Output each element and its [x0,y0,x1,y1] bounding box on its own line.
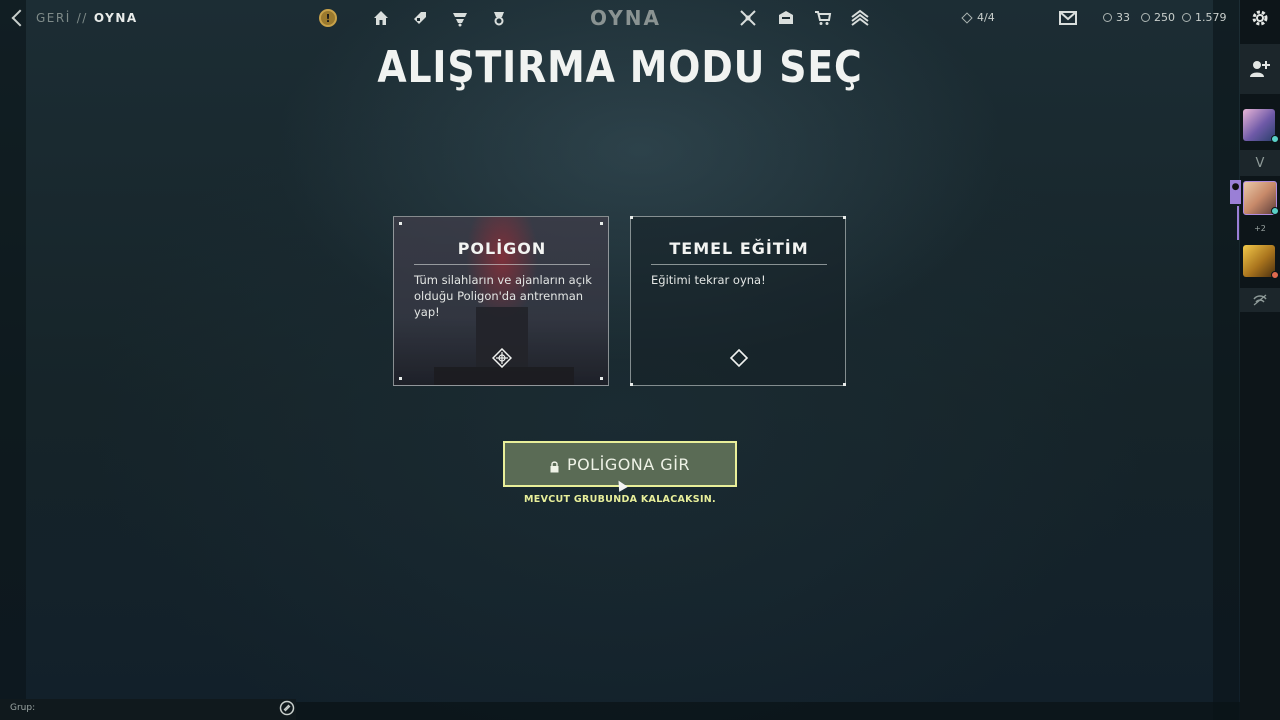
esports-icon[interactable] [738,8,758,28]
status-icon [1271,271,1279,279]
lock-icon [550,458,559,473]
top-nav-bar: GERİ // OYNA ! OYNA 4/4 33 250 1.579 [0,0,1240,36]
mail-icon[interactable] [1058,8,1078,28]
chevron-left-icon [11,9,29,27]
corner-marker [600,377,603,380]
breadcrumb-separator: // [76,11,88,25]
back-button[interactable]: GERİ // OYNA [10,8,138,28]
corner-marker [399,377,402,380]
corner-marker [600,222,603,225]
corner-marker [399,222,402,225]
corner-marker [630,383,633,386]
valorant-points-value: 1.579 [1195,11,1227,24]
party-indicator [1237,206,1239,240]
corner-marker [843,383,846,386]
page-heading: ALIŞTIRMA MODU SEÇ [377,42,863,93]
back-label: GERİ [36,11,71,25]
radianite-icon [1141,13,1150,22]
radianite-value: 250 [1154,11,1175,24]
valorant-points-icon [1182,13,1191,22]
corner-marker [630,216,633,219]
card-artwork-base [434,367,574,385]
valorant-points: 1.579 [1182,11,1227,24]
valorant-logo-icon: V [1240,150,1280,176]
add-friend-button[interactable] [1240,44,1280,94]
card-description: Eğitimi tekrar oyna! [651,273,766,287]
settings-gear-icon[interactable] [1250,8,1270,28]
chat-input[interactable]: Grup: [0,699,296,720]
card-title: TEMEL EĞİTİM [651,239,827,265]
career-icon[interactable] [450,8,470,28]
social-panel [1240,0,1280,720]
party-count: 4/4 [977,11,995,24]
kingdom-credits-value: 33 [1116,11,1130,24]
alert-icon[interactable]: ! [318,8,338,28]
breadcrumb-current: OYNA [93,11,138,25]
party-lock-icon: ● [1230,180,1241,204]
frame-left [0,0,26,720]
collection-icon[interactable] [489,8,509,28]
corner-marker [843,216,846,219]
store-icon[interactable] [813,8,833,28]
kingdom-credits-icon [1103,13,1112,22]
mode-card-poligon[interactable]: POLİGON Tüm silahların ve ajanların açık… [393,216,609,386]
add-friend-icon [1250,61,1270,77]
page-title-top: OYNA [590,6,661,30]
party-note: MEVCUT GRUBUNDA KALACAKSIN. [524,494,716,505]
kingdom-credits: 33 [1103,11,1130,24]
diamond-icon [729,348,749,368]
chat-channel-label: Grup: [10,703,36,713]
party-size: 4/4 [961,11,995,24]
online-status-icon [1271,207,1279,215]
rank-icon[interactable] [850,8,870,28]
more-members-count[interactable]: +2 [1240,224,1280,233]
mode-card-temel-egitim[interactable]: TEMEL EĞİTİM Eğitimi tekrar oyna! [630,216,846,386]
online-status-icon [1271,135,1279,143]
crosshair-icon [491,347,513,369]
party-member-avatar[interactable] [1243,245,1275,277]
card-title: POLİGON [414,239,590,265]
frame-right [1213,0,1239,720]
agents-icon[interactable] [410,8,430,28]
radianite-points: 250 [1141,11,1175,24]
battlepass-icon[interactable] [776,8,796,28]
connection-icon[interactable] [1240,288,1280,312]
party-member-avatar[interactable] [1243,109,1275,141]
card-description: Tüm silahların ve ajanların açık olduğu … [414,273,592,319]
home-icon[interactable] [371,8,391,28]
party-icon [961,11,973,24]
chat-toggle-icon[interactable] [279,700,295,716]
enter-button-label: POLİGONA GİR [566,454,691,474]
